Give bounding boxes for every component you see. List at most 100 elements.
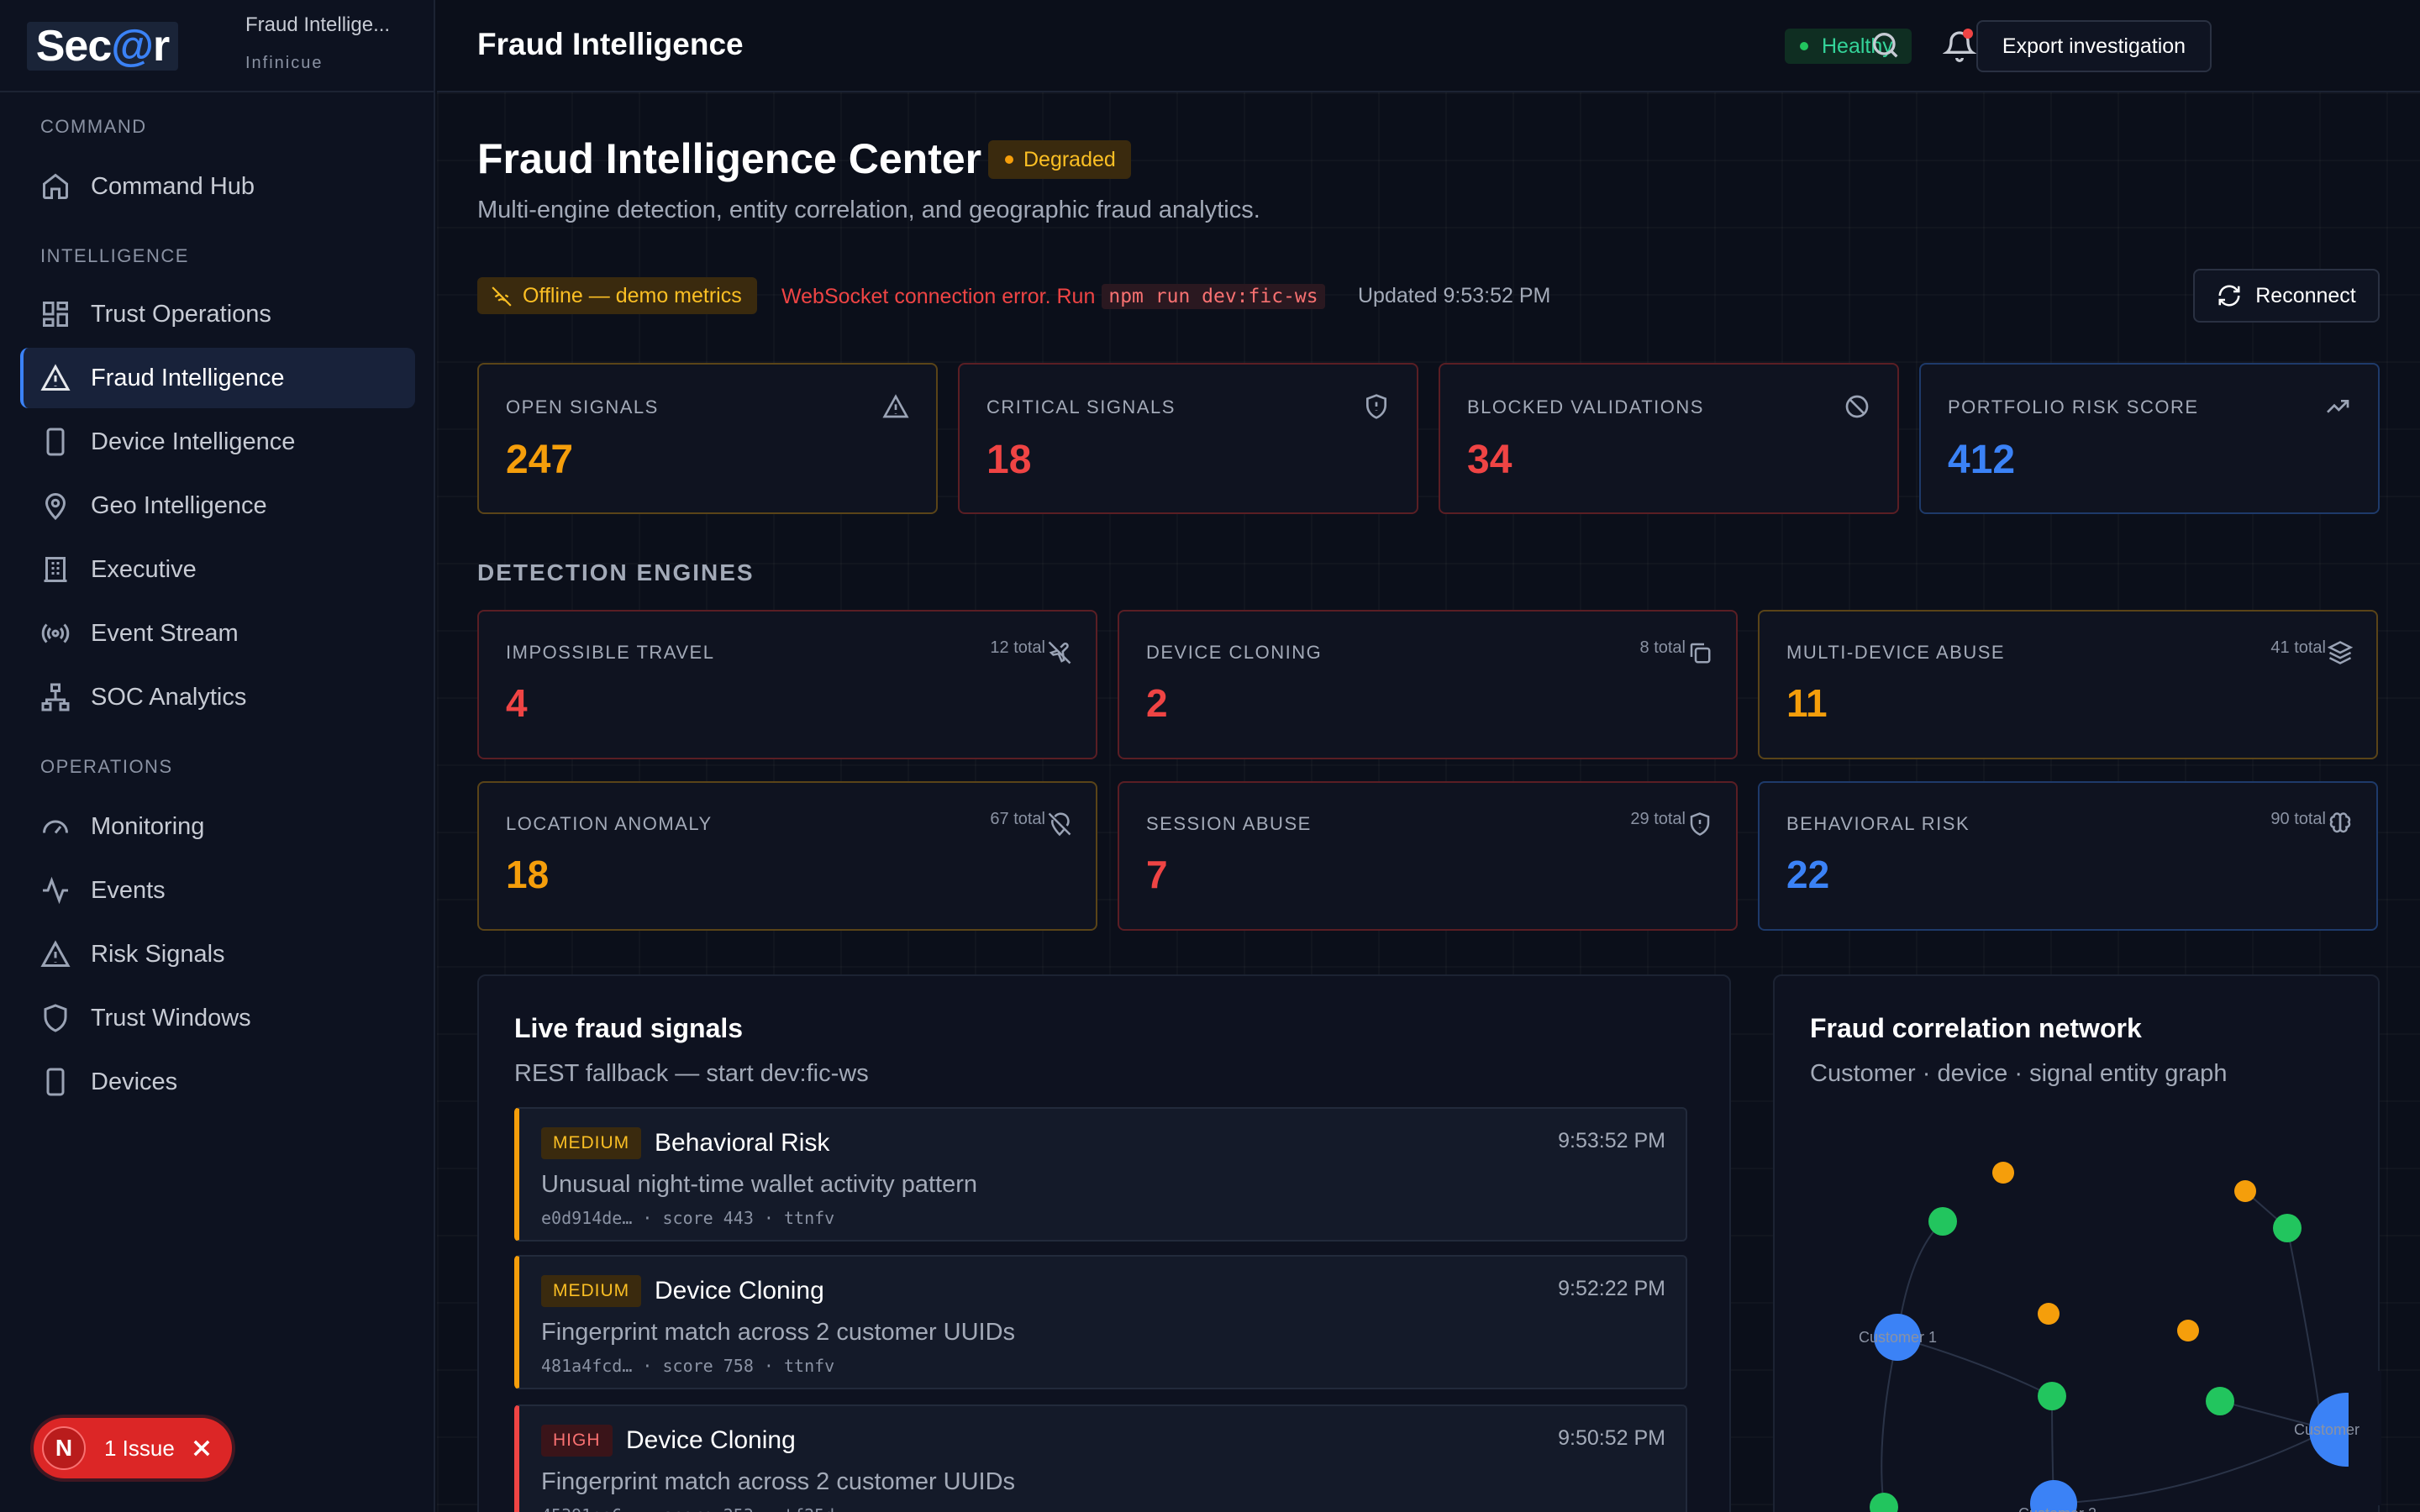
kpi-label: CRITICAL SIGNALS bbox=[986, 396, 1176, 417]
wifi-off-icon bbox=[492, 286, 512, 307]
trending-up-icon bbox=[2327, 400, 2349, 413]
engine-device-cloning[interactable]: DEVICE CLONING 2 8 total bbox=[1118, 610, 1738, 759]
notification-dot bbox=[1963, 29, 1973, 39]
signal-node[interactable] bbox=[2177, 1320, 2199, 1341]
sidebar-item-geo-intelligence[interactable]: Geo Intelligence bbox=[20, 475, 415, 536]
websocket-command: npm run dev:fic-ws bbox=[1102, 284, 1325, 309]
network-icon bbox=[41, 683, 70, 711]
kpi-portfolio-risk-score[interactable]: PORTFOLIO RISK SCORE 412 bbox=[1919, 363, 2380, 514]
secar-logo[interactable]: Sec @ r bbox=[27, 22, 178, 71]
grid-icon bbox=[43, 302, 68, 327]
kpi-critical-signals[interactable]: CRITICAL SIGNALS 18 bbox=[958, 363, 1418, 514]
device-node[interactable] bbox=[1928, 1207, 1957, 1236]
node-label: Customer 2 bbox=[2018, 1505, 2096, 1512]
kpi-label: OPEN SIGNALS bbox=[506, 396, 659, 417]
engine-session-abuse[interactable]: SESSION ABUSE 7 29 total bbox=[1118, 781, 1738, 931]
node-label: Customer 1 bbox=[1859, 1329, 1937, 1346]
issue-indicator[interactable]: N 1 Issue bbox=[34, 1418, 232, 1478]
page-title: Fraud Intelligence Center bbox=[477, 135, 982, 182]
sidebar-item-events[interactable]: Events bbox=[20, 860, 415, 921]
engine-total: 41 total bbox=[2270, 638, 2326, 657]
engine-value: 18 bbox=[506, 853, 550, 896]
sidebar-item-trust-operations[interactable]: Trust Operations bbox=[20, 284, 415, 344]
shield-icon bbox=[44, 1004, 67, 1032]
engine-location-anomaly[interactable]: LOCATION ANOMALY 18 67 total bbox=[477, 781, 1097, 931]
signal-title: Device Cloning bbox=[655, 1277, 824, 1305]
device-node[interactable] bbox=[1870, 1493, 1898, 1512]
sidebar-item-device-intelligence[interactable]: Device Intelligence bbox=[20, 412, 415, 472]
brand-header: Sec @ r Fraud Intellige... Infinicue bbox=[0, 0, 434, 92]
signal-time: 9:52:22 PM bbox=[1558, 1277, 1665, 1300]
entity-graph[interactable]: Customer 1 Customer 2 Customer bbox=[1775, 976, 2381, 1512]
engine-label: SESSION ABUSE bbox=[1146, 813, 1312, 834]
sidebar-item-risk-signals[interactable]: Risk Signals bbox=[20, 924, 415, 984]
websocket-error: WebSocket connection error. Run npm run … bbox=[781, 284, 1325, 309]
kpi-value: 18 bbox=[986, 438, 1032, 482]
engine-multi-device-abuse[interactable]: MULTI-DEVICE ABUSE 11 41 total bbox=[1758, 610, 2378, 759]
panel-title: Live fraud signals bbox=[514, 1013, 744, 1043]
sidebar-item-label: Command Hub bbox=[91, 172, 255, 200]
signal-meta: e0d914de… · score 443 · ttnfv bbox=[541, 1208, 835, 1228]
sidebar-item-fraud-intelligence[interactable]: Fraud Intelligence bbox=[20, 348, 415, 408]
device-node[interactable] bbox=[2206, 1387, 2234, 1415]
section-label-operations: OPERATIONS bbox=[40, 756, 173, 777]
issue-close-button[interactable] bbox=[190, 1436, 213, 1460]
sidebar-item-trust-windows[interactable]: Trust Windows bbox=[20, 988, 415, 1048]
signal-node[interactable] bbox=[2234, 1180, 2256, 1202]
alert-triangle-icon bbox=[882, 394, 909, 418]
kpi-open-signals[interactable]: OPEN SIGNALS 247 bbox=[477, 363, 938, 514]
signal-time: 9:50:52 PM bbox=[1558, 1426, 1665, 1450]
engine-label: IMPOSSIBLE TRAVEL bbox=[506, 642, 715, 663]
sidebar-item-event-stream[interactable]: Event Stream bbox=[20, 603, 415, 664]
sidebar-item-command-hub[interactable]: Command Hub bbox=[20, 156, 415, 217]
live-fraud-signals-panel: Live fraud signals REST fallback — start… bbox=[477, 974, 1731, 1512]
signal-title: Device Cloning bbox=[626, 1426, 796, 1454]
engine-impossible-travel[interactable]: IMPOSSIBLE TRAVEL 4 12 total bbox=[477, 610, 1097, 759]
engine-label: MULTI-DEVICE ABUSE bbox=[1786, 642, 2006, 663]
status-badge: Degraded bbox=[988, 140, 1131, 179]
graph-edge bbox=[2286, 1227, 2322, 1422]
signal-item[interactable]: MEDIUM Device Cloning 9:52:22 PM Fingerp… bbox=[514, 1255, 1687, 1389]
export-investigation-button[interactable]: Export investigation bbox=[1976, 20, 2212, 72]
severity-badge: MEDIUM bbox=[541, 1275, 642, 1307]
websocket-error-text: WebSocket connection error. Run bbox=[781, 284, 1096, 308]
workspace-title[interactable]: Fraud Intellige... bbox=[245, 13, 390, 37]
close-icon bbox=[193, 1440, 210, 1457]
kpi-blocked-validations[interactable]: BLOCKED VALIDATIONS 34 bbox=[1439, 363, 1899, 514]
sidebar-item-label: Geo Intelligence bbox=[91, 491, 267, 519]
signal-time: 9:53:52 PM bbox=[1558, 1129, 1665, 1152]
shield-alert-icon bbox=[1690, 812, 1710, 836]
activity-icon bbox=[43, 876, 68, 905]
device-node[interactable] bbox=[2038, 1382, 2066, 1410]
search-button[interactable] bbox=[1869, 29, 1902, 62]
sidebar-item-executive[interactable]: Executive bbox=[20, 539, 415, 600]
map-pin-icon bbox=[45, 493, 66, 521]
engine-value: 7 bbox=[1146, 853, 1168, 896]
sidebar-item-label: Devices bbox=[91, 1068, 178, 1095]
signal-description: Fingerprint match across 2 customer UUID… bbox=[541, 1319, 1016, 1346]
engine-value: 22 bbox=[1786, 853, 1830, 896]
sidebar-item-label: Monitoring bbox=[91, 812, 205, 840]
device-node[interactable] bbox=[2273, 1214, 2302, 1242]
signal-description: Unusual night-time wallet activity patte… bbox=[541, 1171, 978, 1198]
sidebar-item-soc-analytics[interactable]: SOC Analytics bbox=[20, 667, 415, 727]
kpi-value: 34 bbox=[1467, 438, 1512, 482]
graph-edge bbox=[2053, 1429, 2330, 1504]
notifications-button[interactable] bbox=[1942, 29, 1977, 62]
signal-node[interactable] bbox=[1992, 1162, 2014, 1184]
signal-item[interactable]: HIGH Device Cloning 9:50:52 PM Fingerpri… bbox=[514, 1404, 1687, 1512]
signal-item[interactable]: MEDIUM Behavioral Risk 9:53:52 PM Unusua… bbox=[514, 1107, 1687, 1242]
sidebar: Sec @ r Fraud Intellige... Infinicue COMMA… bbox=[0, 0, 435, 1512]
section-label-command: COMMAND bbox=[40, 116, 147, 137]
layers-icon bbox=[2328, 641, 2353, 664]
sidebar-item-devices[interactable]: Devices bbox=[20, 1052, 415, 1112]
reconnect-button[interactable]: Reconnect bbox=[2193, 269, 2380, 323]
gauge-icon bbox=[43, 820, 68, 834]
graph-edge bbox=[1881, 1336, 1898, 1508]
engine-value: 2 bbox=[1146, 681, 1168, 725]
node-label: Customer bbox=[2294, 1421, 2360, 1438]
engine-behavioral-risk[interactable]: BEHAVIORAL RISK 22 90 total bbox=[1758, 781, 2378, 931]
sidebar-item-label: Event Stream bbox=[91, 619, 239, 647]
signal-node[interactable] bbox=[2038, 1303, 2060, 1325]
sidebar-item-monitoring[interactable]: Monitoring bbox=[20, 796, 415, 857]
